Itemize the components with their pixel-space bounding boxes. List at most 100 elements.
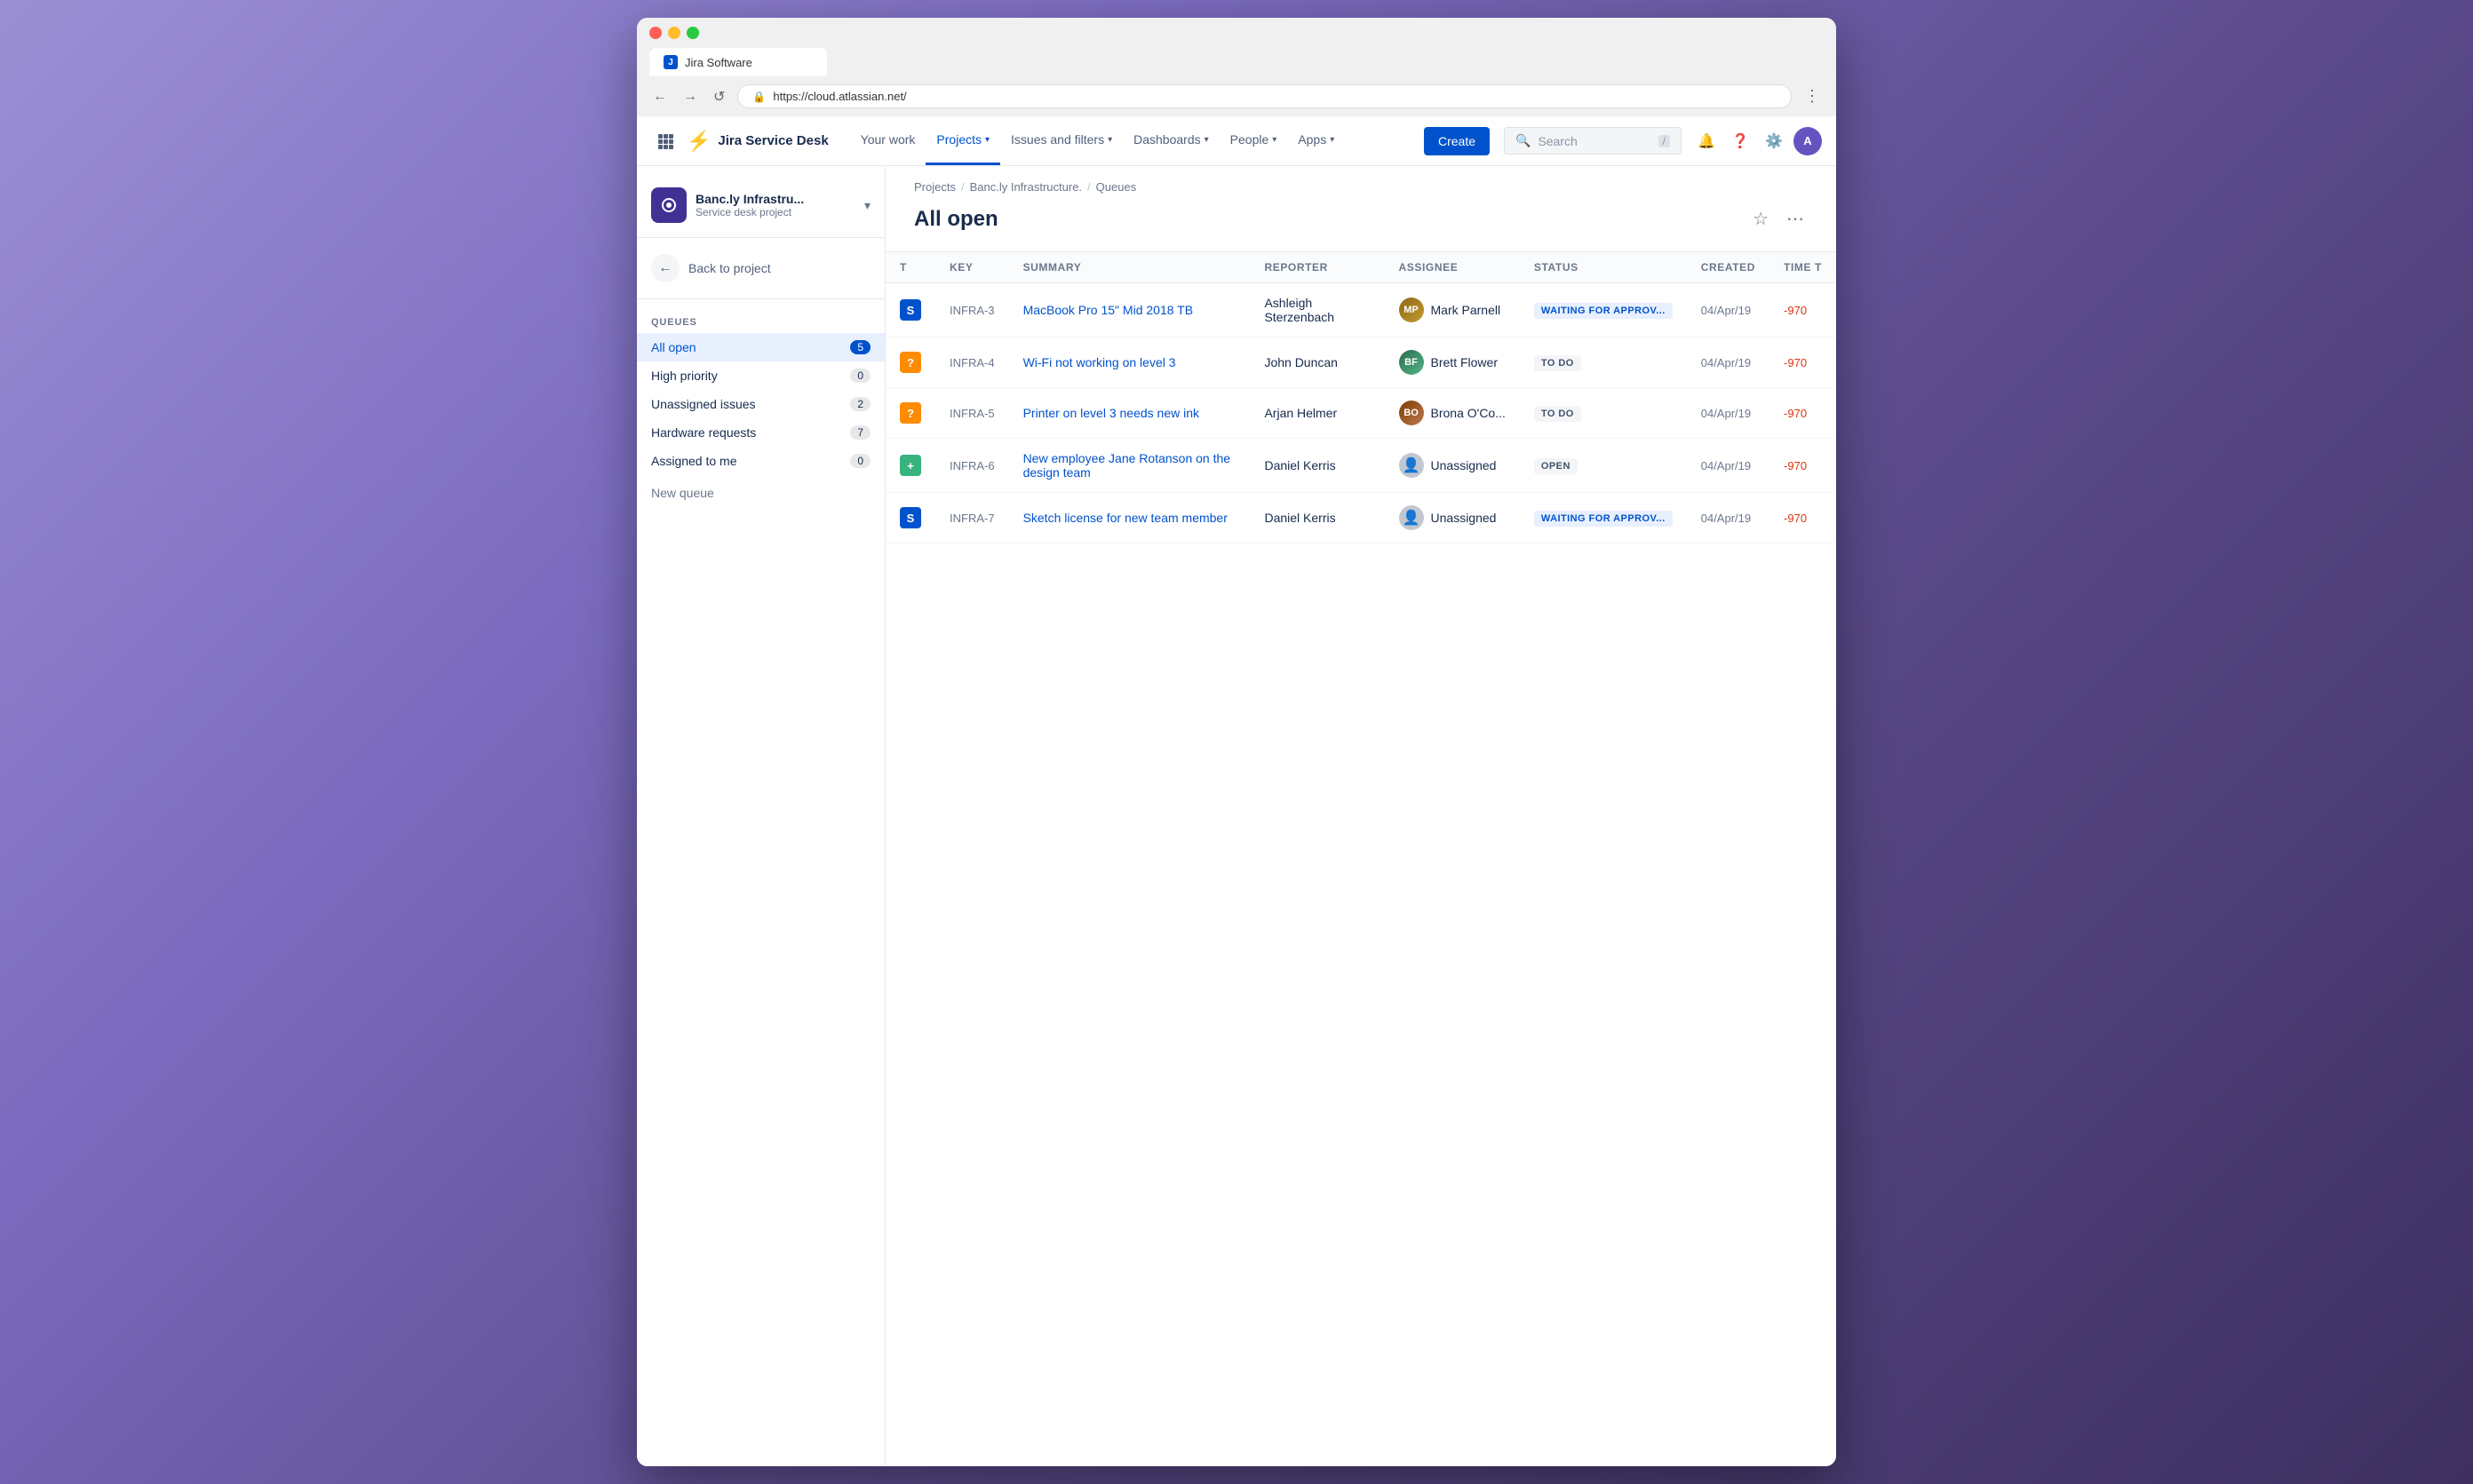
assignee-container: 👤 Unassigned [1399, 505, 1506, 530]
unassigned-label: Unassigned issues [651, 397, 756, 411]
sidebar-item-all-open[interactable]: All open 5 [637, 333, 885, 361]
summary-cell: Sketch license for new team member [1009, 493, 1251, 544]
col-key: Key [935, 252, 1009, 283]
nav-icons: 🔔 ❓ ⚙️ A [1692, 127, 1822, 155]
address-bar[interactable]: 🔒 https://cloud.atlassian.net/ [737, 84, 1792, 108]
table-row[interactable]: S INFRA-7 Sketch license for new team me… [886, 493, 1836, 544]
table-row[interactable]: ? INFRA-4 Wi-Fi not working on level 3 J… [886, 337, 1836, 388]
settings-button[interactable]: ⚙️ [1760, 127, 1788, 155]
time-value: -970 [1784, 512, 1807, 525]
issue-summary[interactable]: Wi-Fi not working on level 3 [1023, 355, 1176, 369]
created-date: 04/Apr/19 [1701, 459, 1751, 472]
sidebar-item-assigned-me[interactable]: Assigned to me 0 [637, 447, 885, 475]
star-button[interactable]: ☆ [1749, 204, 1772, 234]
grid-icon[interactable] [651, 127, 680, 155]
back-to-project[interactable]: ← Back to project [637, 245, 885, 291]
browser-more-button[interactable]: ⋮ [1801, 83, 1824, 109]
issues-tbody: S INFRA-3 MacBook Pro 15" Mid 2018 TB As… [886, 283, 1836, 544]
issue-summary[interactable]: Sketch license for new team member [1023, 511, 1228, 525]
created-date: 04/Apr/19 [1701, 304, 1751, 317]
status-badge: TO DO [1534, 406, 1581, 422]
nav-people[interactable]: People ▾ [1220, 116, 1288, 165]
issue-key[interactable]: INFRA-5 [950, 407, 995, 420]
issue-key[interactable]: INFRA-3 [950, 304, 995, 317]
assigned-me-badge: 0 [850, 454, 871, 468]
sidebar-item-unassigned[interactable]: Unassigned issues 2 [637, 390, 885, 418]
assignee-avatar: MP [1399, 298, 1424, 322]
issue-key[interactable]: INFRA-4 [950, 356, 995, 369]
maximize-button[interactable] [687, 27, 699, 39]
sidebar-item-hardware[interactable]: Hardware requests 7 [637, 418, 885, 447]
minimize-button[interactable] [668, 27, 680, 39]
forward-button[interactable]: → [680, 85, 701, 108]
type-cell: S [886, 493, 935, 544]
tab-favicon: J [664, 55, 678, 69]
people-label: People [1230, 132, 1269, 147]
queues-section-title: Queues [637, 306, 885, 333]
sidebar-item-high-priority[interactable]: High priority 0 [637, 361, 885, 390]
new-queue-link[interactable]: New queue [637, 475, 885, 511]
table-header: T Key Summary Reporter Assignee Status C… [886, 252, 1836, 283]
url-text: https://cloud.atlassian.net/ [773, 90, 906, 103]
nav-links: Your work Projects ▾ Issues and filters … [850, 116, 1410, 165]
nav-apps[interactable]: Apps ▾ [1287, 116, 1345, 165]
browser-tabs: J Jira Software [649, 48, 1824, 76]
issue-summary[interactable]: Printer on level 3 needs new ink [1023, 406, 1199, 420]
nav-issues[interactable]: Issues and filters ▾ [1000, 116, 1123, 165]
assignee-container: 👤 Unassigned [1399, 453, 1506, 478]
key-cell: INFRA-7 [935, 493, 1009, 544]
browser-tab[interactable]: J Jira Software [649, 48, 827, 76]
help-button[interactable]: ❓ [1726, 127, 1754, 155]
assignee-avatar: BF [1399, 350, 1424, 375]
sidebar-divider-2 [637, 298, 885, 299]
nav-projects[interactable]: Projects ▾ [926, 116, 1000, 165]
issue-summary[interactable]: New employee Jane Rotanson on the design… [1023, 451, 1230, 480]
nav-dashboards[interactable]: Dashboards ▾ [1123, 116, 1220, 165]
issue-key[interactable]: INFRA-7 [950, 512, 995, 525]
created-cell: 04/Apr/19 [1687, 283, 1769, 337]
table-row[interactable]: ? INFRA-5 Printer on level 3 needs new i… [886, 388, 1836, 439]
close-button[interactable] [649, 27, 662, 39]
back-button[interactable]: ← [649, 85, 671, 108]
create-button[interactable]: Create [1424, 127, 1490, 155]
unassigned-icon: 👤 [1399, 453, 1424, 478]
table-row[interactable]: S INFRA-3 MacBook Pro 15" Mid 2018 TB As… [886, 283, 1836, 337]
app-logo[interactable]: ⚡ Jira Service Desk [687, 130, 829, 153]
lock-icon: 🔒 [752, 91, 766, 103]
breadcrumb-projects[interactable]: Projects [914, 180, 956, 194]
issue-summary[interactable]: MacBook Pro 15" Mid 2018 TB [1023, 303, 1193, 317]
projects-label: Projects [936, 132, 982, 147]
search-placeholder: Search [1538, 134, 1650, 148]
table-row[interactable]: + INFRA-6 New employee Jane Rotanson on … [886, 439, 1836, 493]
tab-label: Jira Software [685, 56, 752, 69]
reporter-name: Arjan Helmer [1264, 406, 1337, 420]
nav-your-work[interactable]: Your work [850, 116, 926, 165]
reload-button[interactable]: ↺ [710, 84, 728, 109]
search-box[interactable]: 🔍 Search / [1504, 127, 1682, 155]
apps-label: Apps [1298, 132, 1326, 147]
key-cell: INFRA-4 [935, 337, 1009, 388]
type-cell: ? [886, 337, 935, 388]
status-cell: OPEN [1520, 439, 1687, 493]
apps-chevron: ▾ [1330, 135, 1334, 145]
hardware-label: Hardware requests [651, 425, 756, 440]
col-summary: Summary [1009, 252, 1251, 283]
type-cell: S [886, 283, 935, 337]
more-options-button[interactable]: ⋯ [1783, 204, 1808, 234]
breadcrumb-queues[interactable]: Queues [1096, 180, 1137, 194]
issue-key[interactable]: INFRA-6 [950, 459, 995, 472]
user-avatar[interactable]: A [1793, 127, 1822, 155]
project-chevron-icon: ▾ [864, 198, 871, 213]
assignee-cell: BO Brona O'Co... [1385, 388, 1520, 439]
assignee-name: Brona O'Co... [1431, 406, 1506, 420]
issue-type-icon: ? [900, 352, 921, 373]
reporter-cell: Daniel Kerris [1250, 439, 1384, 493]
summary-cell: Wi-Fi not working on level 3 [1009, 337, 1251, 388]
assignee-name: Brett Flower [1431, 355, 1498, 369]
breadcrumb-project[interactable]: Banc.ly Infrastructure. [970, 180, 1082, 194]
all-open-badge: 5 [850, 340, 871, 354]
created-cell: 04/Apr/19 [1687, 439, 1769, 493]
notifications-button[interactable]: 🔔 [1692, 127, 1721, 155]
project-switcher[interactable]: Banc.ly Infrastru... Service desk projec… [637, 180, 885, 230]
summary-cell: MacBook Pro 15" Mid 2018 TB [1009, 283, 1251, 337]
